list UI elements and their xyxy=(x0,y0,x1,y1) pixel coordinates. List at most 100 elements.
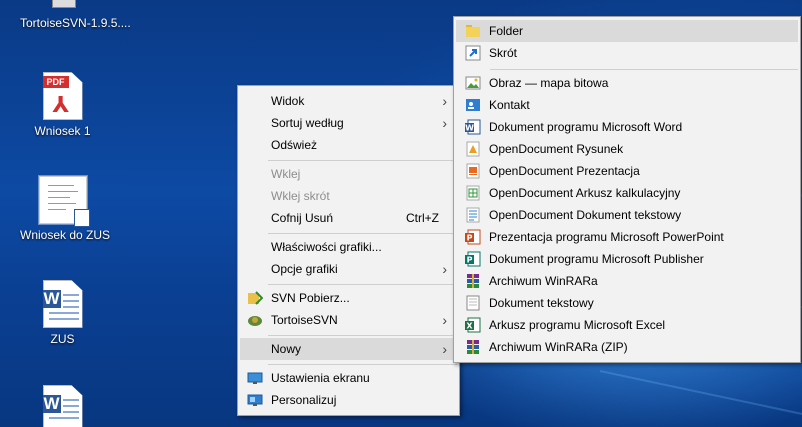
chevron-right-icon: › xyxy=(442,115,447,131)
document-thumbnail-icon xyxy=(37,175,90,227)
desktop-icon-wniosek-do-zus[interactable]: Wniosek do ZUS xyxy=(20,175,111,242)
display-settings-icon xyxy=(247,370,263,386)
ods-icon xyxy=(465,185,481,201)
new-item-winrar[interactable]: Archiwum WinRARa xyxy=(456,270,798,292)
publisher-icon: P xyxy=(465,251,481,267)
menu-item-label: Nowy xyxy=(271,342,302,356)
menu-item-wklej[interactable]: Wklej xyxy=(240,163,457,185)
winrar-zip-icon xyxy=(465,339,481,355)
file-overlay-icon xyxy=(73,209,90,227)
menu-item-svn-pobierz[interactable]: SVN Pobierz... xyxy=(240,287,457,309)
menu-separator xyxy=(268,335,457,336)
new-item-odt[interactable]: OpenDocument Dokument tekstowy xyxy=(456,204,798,226)
desktop-icon-label: TortoiseSVN-1.9.5.... xyxy=(20,16,131,30)
menu-item-label: TortoiseSVN xyxy=(271,313,338,327)
menu-item-label: Skrót xyxy=(489,46,518,60)
menu-item-wklej-skrot[interactable]: Wklej skrót xyxy=(240,185,457,207)
word-badge: W xyxy=(42,289,61,308)
pdf-badge: PDF xyxy=(42,76,69,88)
shortcut-icon xyxy=(465,45,481,61)
menu-item-label: OpenDocument Dokument tekstowy xyxy=(489,208,682,222)
menu-item-opcje-grafiki[interactable]: Opcje grafiki › xyxy=(240,258,457,280)
menu-item-label: Dokument tekstowy xyxy=(489,296,594,310)
new-item-word[interactable]: W Dokument programu Microsoft Word xyxy=(456,116,798,138)
menu-item-label: Widok xyxy=(271,94,305,108)
menu-item-label: Archiwum WinRARa xyxy=(489,274,598,288)
menu-item-label: OpenDocument Arkusz kalkulacyjny xyxy=(489,186,681,200)
acrobat-logo-icon: ⅄ xyxy=(52,92,70,117)
folder-icon xyxy=(465,23,481,39)
menu-item-personalizuj[interactable]: Personalizuj xyxy=(240,389,457,411)
wallpaper-light-beam xyxy=(599,370,802,422)
chevron-right-icon: › xyxy=(442,93,447,109)
desktop-icon-zus[interactable]: W ZUS xyxy=(20,280,105,346)
winrar-icon xyxy=(465,273,481,289)
menu-item-wlasciwosci-grafiki[interactable]: Właściwości grafiki... xyxy=(240,236,457,258)
desktop-icon-tortoisesvn[interactable]: TortoiseSVN-1.9.5.... xyxy=(20,0,131,30)
menu-item-label: Folder xyxy=(489,24,524,38)
chevron-right-icon: › xyxy=(442,312,447,328)
menu-separator xyxy=(268,284,457,285)
svg-text:X: X xyxy=(466,322,473,331)
chevron-right-icon: › xyxy=(442,341,447,357)
pptx-icon: P xyxy=(465,229,481,245)
bitmap-icon xyxy=(465,75,481,91)
menu-item-label: Odśwież xyxy=(271,138,318,152)
word-doc-icon: W xyxy=(465,119,481,135)
word-doc-icon: W xyxy=(42,280,83,328)
desktop-icon-label: ZUS xyxy=(50,332,75,346)
menu-item-nowy[interactable]: Nowy › xyxy=(240,338,457,360)
svg-text:P: P xyxy=(467,234,473,243)
desktop-icon-wniosek-1[interactable]: PDF ⅄ Wniosek 1 xyxy=(20,72,105,138)
menu-item-odswiez[interactable]: Odśwież xyxy=(240,134,457,156)
odg-icon xyxy=(465,141,481,157)
desktop-context-menu: Widok › Sortuj według › Odśwież Wklej Wk… xyxy=(237,85,460,416)
menu-separator xyxy=(268,233,457,234)
odt-icon xyxy=(465,207,481,223)
installer-icon xyxy=(46,0,80,12)
desktop-icon-label: Wniosek 1 xyxy=(34,124,91,138)
menu-item-label: Arkusz programu Microsoft Excel xyxy=(489,318,666,332)
menu-separator xyxy=(268,364,457,365)
odp-icon xyxy=(465,163,481,179)
menu-item-sortuj-wedlug[interactable]: Sortuj według › xyxy=(240,112,457,134)
menu-item-ustawienia-ekranu[interactable]: Ustawienia ekranu xyxy=(240,367,457,389)
text-doc-icon xyxy=(465,295,481,311)
new-item-odp[interactable]: OpenDocument Prezentacja xyxy=(456,160,798,182)
new-item-ods[interactable]: OpenDocument Arkusz kalkulacyjny xyxy=(456,182,798,204)
menu-item-tortoisesvn[interactable]: TortoiseSVN › xyxy=(240,309,457,331)
menu-item-label: OpenDocument Rysunek xyxy=(489,142,624,156)
menu-item-label: SVN Pobierz... xyxy=(271,291,350,305)
menu-item-label: Dokument programu Microsoft Publisher xyxy=(489,252,704,266)
desktop-icon-label: Wniosek do ZUS xyxy=(20,228,111,242)
shortcut-label: Ctrl+Z xyxy=(406,211,439,225)
menu-item-label: Sortuj według xyxy=(271,116,344,130)
menu-item-label: Prezentacja programu Microsoft PowerPoin… xyxy=(489,230,724,244)
new-item-pptx[interactable]: P Prezentacja programu Microsoft PowerPo… xyxy=(456,226,798,248)
menu-item-label: Opcje grafiki xyxy=(271,262,338,276)
new-item-publisher[interactable]: P Dokument programu Microsoft Publisher xyxy=(456,248,798,270)
menu-item-widok[interactable]: Widok › xyxy=(240,90,457,112)
menu-item-cofnij-usun[interactable]: Cofnij Usuń Ctrl+Z xyxy=(240,207,457,229)
new-item-excel[interactable]: X Arkusz programu Microsoft Excel xyxy=(456,314,798,336)
menu-item-label: Wklej skrót xyxy=(271,189,330,203)
menu-item-label: Archiwum WinRARa (ZIP) xyxy=(489,340,628,354)
menu-item-label: OpenDocument Prezentacja xyxy=(489,164,640,178)
svg-text:W: W xyxy=(465,124,474,133)
desktop-icon-word-document[interactable]: W xyxy=(20,385,105,427)
personalize-icon xyxy=(247,392,263,408)
new-item-winrar-zip[interactable]: Archiwum WinRARa (ZIP) xyxy=(456,336,798,358)
new-item-odg[interactable]: OpenDocument Rysunek xyxy=(456,138,798,160)
new-item-bitmap[interactable]: Obraz — mapa bitowa xyxy=(456,72,798,94)
new-item-kontakt[interactable]: Kontakt xyxy=(456,94,798,116)
contact-icon xyxy=(465,97,481,113)
menu-item-label: Dokument programu Microsoft Word xyxy=(489,120,683,134)
new-item-folder[interactable]: Folder xyxy=(456,20,798,42)
svn-checkout-icon xyxy=(247,290,264,306)
tortoisesvn-icon xyxy=(247,312,263,328)
svg-text:P: P xyxy=(467,256,473,265)
new-item-text-doc[interactable]: Dokument tekstowy xyxy=(456,292,798,314)
menu-item-label: Personalizuj xyxy=(271,393,337,407)
menu-item-label: Ustawienia ekranu xyxy=(271,371,370,385)
new-item-skrot[interactable]: Skrót xyxy=(456,42,798,64)
